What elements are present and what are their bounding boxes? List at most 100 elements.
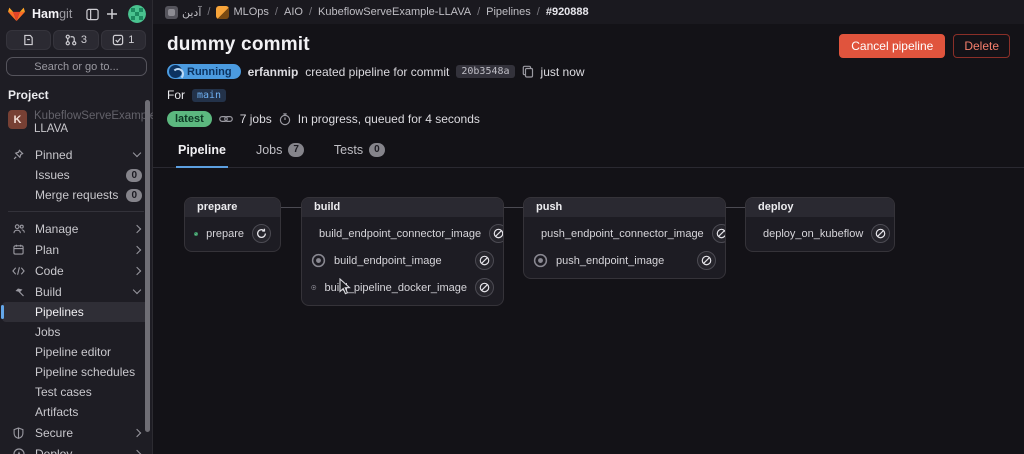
timer-icon xyxy=(279,113,291,126)
pipeline-author[interactable]: erfanmip xyxy=(248,65,299,79)
tab-pipeline[interactable]: Pipeline xyxy=(176,141,228,168)
sidebar-header: Hamgit xyxy=(0,0,152,26)
job-build-endpoint-connector-image[interactable]: build_endpoint_connector_image xyxy=(308,220,497,247)
breadcrumb-user[interactable]: آدین xyxy=(165,6,201,19)
status-created-icon xyxy=(311,280,317,295)
chevron-down-icon xyxy=(133,286,141,294)
user-namespace-avatar xyxy=(165,6,178,19)
todos-shortcut-button[interactable]: 1 xyxy=(101,30,146,50)
sidebar-nav: Pinned Issues 0 Merge requests 0 xyxy=(0,144,152,454)
sidebar-scrollbar[interactable] xyxy=(145,100,150,432)
sidebar-item-secure[interactable]: Secure xyxy=(2,422,150,443)
breadcrumb-project[interactable]: KubeflowServeExample-LLAVA xyxy=(318,6,471,18)
sidebar-item-manage[interactable]: Manage xyxy=(2,218,150,239)
pin-icon xyxy=(11,149,26,160)
project-section-label: Project xyxy=(8,88,144,102)
sidebar: Hamgit xyxy=(0,0,153,454)
current-project-item[interactable]: K KubeflowServeExample- LLAVA xyxy=(4,107,148,138)
pipeline-status-row: Running erfanmip created pipeline for co… xyxy=(167,64,1010,79)
mlops-group-icon xyxy=(216,6,229,19)
hamgit-logo-icon[interactable] xyxy=(8,6,25,22)
sidebar-item-code[interactable]: Code xyxy=(2,260,150,281)
job-build-pipeline-docker-image[interactable]: build_pipeline_docker_image xyxy=(308,274,497,301)
page-title: dummy commit xyxy=(167,34,310,56)
latest-badge: latest xyxy=(167,111,212,127)
tab-tests[interactable]: Tests 0 xyxy=(332,141,387,168)
sidebar-item-pinned[interactable]: Pinned xyxy=(2,144,150,165)
sidebar-item-deploy[interactable]: Deploy xyxy=(2,443,150,454)
breadcrumb-group[interactable]: MLOps xyxy=(216,6,268,19)
stage-push: push push_endpoint_connector_image xyxy=(523,197,726,279)
delete-button[interactable]: Delete xyxy=(953,34,1010,58)
main-area: آدین / MLOps / AIO / KubeflowServeExampl… xyxy=(153,0,1024,454)
cancel-job-button[interactable] xyxy=(489,224,504,243)
create-new-plus-icon[interactable] xyxy=(104,6,120,22)
sidebar-item-plan[interactable]: Plan xyxy=(2,239,150,260)
pipeline-tabs: Pipeline Jobs 7 Tests 0 xyxy=(153,141,1024,168)
pipeline-meta-row: latest 7 jobs In progress, queued for 4 … xyxy=(167,111,1010,127)
stage-title: deploy xyxy=(746,198,894,217)
sidebar-divider xyxy=(8,211,144,212)
search-input[interactable] xyxy=(6,57,147,76)
stage-prepare: prepare prepare xyxy=(184,197,281,252)
breadcrumb-pipelines[interactable]: Pipelines xyxy=(486,6,531,18)
sidebar-item-jobs[interactable]: Jobs xyxy=(2,322,150,342)
stage-build: build build_endpoint_connector_image xyxy=(301,197,504,306)
job-push-endpoint-connector-image[interactable]: push_endpoint_connector_image xyxy=(530,220,719,247)
sidebar-item-pipeline-editor[interactable]: Pipeline editor xyxy=(2,342,150,362)
stage-title: prepare xyxy=(185,198,280,217)
collapse-sidebar-icon[interactable] xyxy=(84,6,100,22)
issues-shortcut-button[interactable] xyxy=(6,30,51,50)
merge-requests-count-badge: 0 xyxy=(126,189,142,202)
sidebar-item-build[interactable]: Build xyxy=(2,281,150,302)
job-prepare[interactable]: prepare xyxy=(191,220,274,247)
branch-ref-chip[interactable]: main xyxy=(192,89,226,102)
job-deploy-on-kubeflow[interactable]: deploy_on_kubeflow xyxy=(752,220,888,247)
cancel-job-button[interactable] xyxy=(871,224,890,243)
chevron-right-icon xyxy=(133,224,141,232)
sidebar-item-test-cases[interactable]: Test cases xyxy=(2,382,150,402)
sidebar-item-pipeline-schedules[interactable]: Pipeline schedules xyxy=(2,362,150,382)
sidebar-item-merge-requests[interactable]: Merge requests 0 xyxy=(2,185,150,205)
project-name-line1: KubeflowServeExample- xyxy=(34,110,160,123)
sidebar-shortcuts: 3 1 xyxy=(6,30,146,50)
sidebar-item-issues[interactable]: Issues 0 xyxy=(2,165,150,185)
merge-requests-shortcut-button[interactable]: 3 xyxy=(53,30,98,50)
jobs-tab-badge: 7 xyxy=(288,143,304,157)
breadcrumb-pipeline-id: #920888 xyxy=(546,6,589,18)
progress-text: In progress, queued for 4 seconds xyxy=(298,112,480,126)
job-push-endpoint-image[interactable]: push_endpoint_image xyxy=(530,247,719,274)
stage-title: push xyxy=(524,198,725,217)
user-avatar[interactable] xyxy=(128,5,146,23)
brand-name[interactable]: Hamgit xyxy=(32,7,72,21)
running-status-badge[interactable]: Running xyxy=(167,64,241,79)
job-build-endpoint-image[interactable]: build_endpoint_image xyxy=(308,247,497,274)
jobs-count-text[interactable]: 7 jobs xyxy=(240,112,272,126)
copy-sha-icon[interactable] xyxy=(522,65,534,78)
status-created-icon xyxy=(533,253,548,268)
chevron-right-icon xyxy=(133,428,141,436)
tests-tab-badge: 0 xyxy=(369,143,385,157)
commit-sha-chip[interactable]: 20b3548a xyxy=(456,65,514,78)
chevron-right-icon xyxy=(133,245,141,253)
rocket-icon xyxy=(11,448,26,454)
cancel-job-button[interactable] xyxy=(697,251,716,270)
stage-connector xyxy=(281,207,301,208)
breadcrumb-subgroup[interactable]: AIO xyxy=(284,6,303,18)
pipeline-action-text: created pipeline for commit xyxy=(305,65,449,79)
cancel-pipeline-button[interactable]: Cancel pipeline xyxy=(839,34,945,58)
sidebar-item-artifacts[interactable]: Artifacts xyxy=(2,402,150,422)
stage-connector xyxy=(726,207,745,208)
project-avatar: K xyxy=(8,110,27,129)
cancel-job-button[interactable] xyxy=(475,251,494,270)
issues-count-badge: 0 xyxy=(126,169,142,182)
retry-job-button[interactable] xyxy=(252,224,271,243)
pipeline-graph: prepare prepare xyxy=(184,197,1024,306)
pipeline-header: dummy commit Cancel pipeline Delete Runn… xyxy=(153,24,1024,127)
sidebar-item-pipelines[interactable]: Pipelines xyxy=(2,302,150,322)
hammer-icon xyxy=(11,286,26,298)
cancel-job-button[interactable] xyxy=(712,224,726,243)
cancel-job-button[interactable] xyxy=(475,278,494,297)
stage-deploy: deploy deploy_on_kubeflow xyxy=(745,197,895,252)
tab-jobs[interactable]: Jobs 7 xyxy=(254,141,306,168)
